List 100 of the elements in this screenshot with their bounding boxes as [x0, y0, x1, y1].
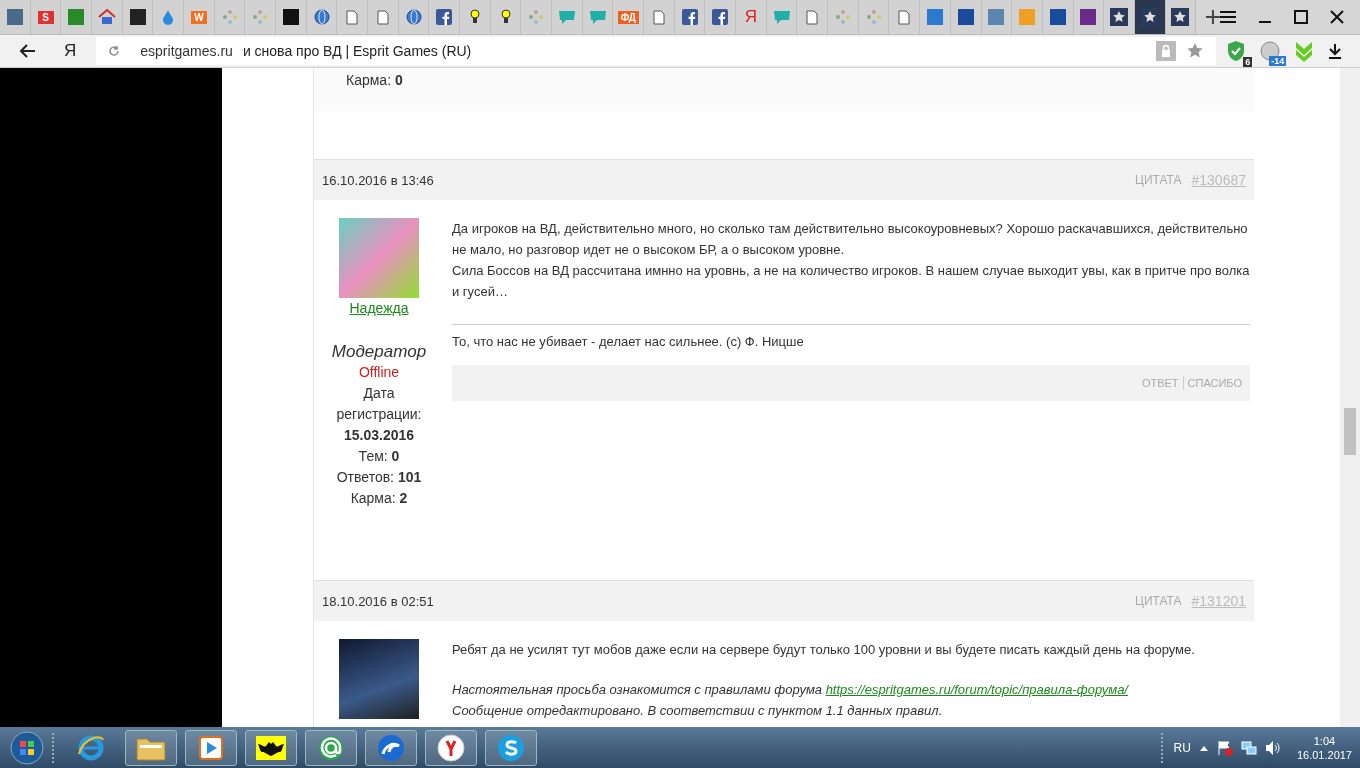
dots-icon [252, 9, 269, 25]
house-icon [97, 9, 116, 25]
f-logo-icon [681, 9, 698, 25]
page-icon [898, 9, 911, 25]
edit-note: Сообщение отредактировано. В соответствии с пунктом 1.1 данных правил. [452, 702, 944, 720]
browser-tab[interactable]: S [30, 0, 62, 34]
flag-icon[interactable] [1216, 739, 1233, 756]
browser-tab[interactable] [490, 0, 522, 34]
quote-link[interactable]: ЦИТАТА [1135, 594, 1182, 608]
f-logo-icon [712, 9, 729, 25]
close-icon[interactable] [1330, 10, 1345, 24]
letter-logo-icon: W [190, 10, 207, 24]
dots-icon [834, 9, 851, 25]
browser-tab[interactable] [705, 0, 737, 34]
moderator-note: Настоятельная просьба ознакомится с правилами форума https://espritgames.ru/forum/topic/правила-форума/ [452, 681, 1130, 699]
s-logo-icon [497, 733, 525, 762]
post-action-link[interactable]: ОТВЕТ [1141, 377, 1179, 389]
start-orb-icon[interactable] [10, 730, 44, 765]
browser-tab[interactable] [1042, 0, 1074, 34]
download-icon[interactable] [1328, 43, 1343, 59]
author-name-link[interactable]: Надежда [349, 298, 409, 319]
quote-link[interactable]: ЦИТАТА [1135, 173, 1182, 187]
post-date: 16.10.2016 в 13:46 [322, 172, 434, 188]
page-icon [806, 9, 819, 25]
browser-tab[interactable] [1165, 0, 1197, 34]
address-field[interactable]: espritgames.ru и снова про ВД | Esprit Games (RU) [96, 37, 1217, 65]
author-stat: Карма: 0 [346, 71, 404, 90]
page-icon [346, 9, 359, 25]
back-arrow-icon[interactable] [20, 44, 36, 58]
at-sign-icon [317, 733, 345, 762]
network-icon[interactable] [1240, 739, 1257, 756]
shield-check-icon[interactable] [1226, 40, 1247, 62]
browser-tab[interactable] [276, 0, 307, 34]
play-icon [198, 734, 224, 761]
page-title: и снова про ВД | Esprit Games (RU) [242, 43, 472, 59]
browser-tab[interactable] [950, 0, 982, 34]
bookmark-star-icon[interactable] [1186, 42, 1205, 60]
post-text: Да игроков на ВД, действительно много, но сколько там действительно высокоуровневых? Хорошо раскачавшихся, действительно не мало, но разговор идет не о высоком БР, а о высоком уровне. [452, 220, 1249, 259]
clock-date: 16.01.2017 [1296, 747, 1352, 762]
author-stat: Ответов: 101 [336, 468, 422, 487]
browser-logo[interactable]: Я [64, 41, 77, 61]
dots-icon [221, 9, 238, 25]
post-text: Сила Боссов на ВД рассчитана имнно на уровнь, а не на количество игроков. В нашем случае выходит увы, как в притче про волка и гусей… [452, 262, 1250, 301]
browser-tab[interactable] [122, 0, 154, 34]
f-logo-icon [436, 9, 453, 25]
browser-tab[interactable] [429, 0, 461, 34]
page-icon [376, 9, 389, 25]
globe-icon [405, 9, 422, 25]
clock-time: 1:04 [1313, 733, 1336, 748]
bulb-icon [500, 9, 511, 25]
scrollbar-thumb[interactable] [1344, 408, 1356, 455]
speech-bubble-icon [772, 9, 791, 25]
post-text: Ребят да не усилят тут мобов даже если на сервере будут только 100 уровни и вы будете писать каждый день на форуме. [452, 641, 1196, 659]
author-stat: 15.03.2016 [343, 426, 415, 445]
speaker-icon[interactable] [1264, 739, 1281, 756]
author-stat: Тем: 0 [358, 447, 400, 466]
speech-bubble-icon [588, 9, 607, 25]
dots-icon [528, 9, 545, 25]
drop-icon [162, 9, 175, 25]
author-stat: Дата регистрации: [335, 384, 423, 424]
browser-tab[interactable]: ФД [613, 0, 645, 34]
language-indicator[interactable]: RU [1173, 740, 1191, 755]
browser-tab[interactable]: Я [736, 0, 767, 34]
extension-badge: -14 [1269, 56, 1287, 66]
extension-badge: 6 [1243, 57, 1253, 67]
taskbar-app[interactable] [245, 729, 297, 766]
bulb-icon [469, 9, 480, 25]
letter-logo-icon: Я [744, 7, 758, 27]
post-date: 18.10.2016 в 02:51 [322, 593, 434, 609]
url-domain: espritgames.ru [140, 43, 233, 59]
author-role: Модератор [331, 341, 427, 362]
browser-tab[interactable] [674, 0, 706, 34]
letter-logo-icon: ФД [617, 10, 639, 24]
new-tab-icon[interactable] [1206, 10, 1221, 24]
signature-text: То, что нас не убивает - делает нас сильнее. (с) Ф. Ницше [452, 324, 1250, 351]
bat-icon [256, 735, 286, 760]
menu-icon[interactable] [1220, 11, 1237, 23]
dots-icon [865, 9, 882, 25]
swirl-logo-icon [377, 733, 405, 762]
star-icon [1140, 8, 1159, 26]
online-status: Offline [358, 363, 400, 382]
scrollbar[interactable] [1340, 68, 1360, 727]
letter-logo-icon: S [37, 10, 54, 24]
browser-tab[interactable] [1134, 0, 1166, 34]
browser-tab[interactable] [1073, 0, 1105, 34]
e-logo-icon [77, 733, 105, 762]
maximize-icon[interactable] [1294, 10, 1309, 24]
page-icon [652, 9, 665, 25]
y-logo-icon [437, 733, 465, 762]
browser-tab[interactable] [460, 0, 491, 34]
author-stat: Карма: 2 [350, 489, 408, 508]
speech-bubble-icon [557, 9, 576, 25]
globe-icon [313, 9, 330, 25]
post-action-link[interactable]: СПАСИБО [1187, 377, 1242, 389]
star-icon [1171, 8, 1190, 26]
rules-link[interactable]: https://espritgames.ru/forum/topic/правила-форума/ [825, 682, 1128, 697]
browser-tab[interactable] [1104, 0, 1135, 34]
reload-icon[interactable] [108, 45, 121, 57]
browser-tab[interactable]: W [184, 0, 215, 34]
star-icon [1110, 8, 1128, 26]
